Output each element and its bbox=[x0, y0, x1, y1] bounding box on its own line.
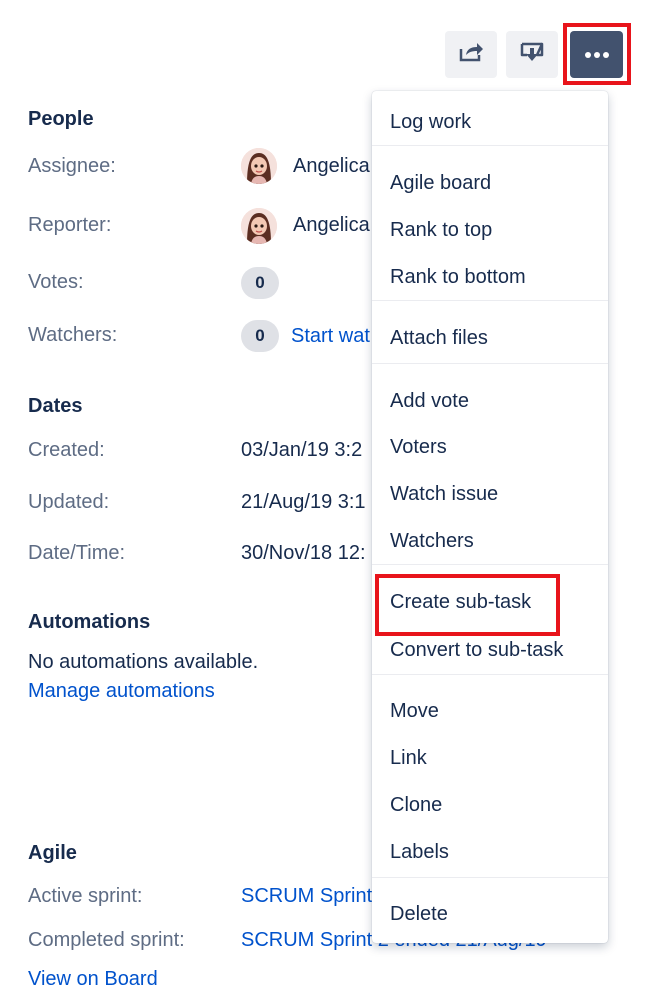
menu-item-voters[interactable]: Voters bbox=[390, 436, 447, 459]
more-button-highlight bbox=[563, 23, 631, 85]
menu-item-add-vote[interactable]: Add vote bbox=[390, 390, 469, 413]
menu-item-agile-board[interactable]: Agile board bbox=[390, 172, 491, 195]
votes-label: Votes: bbox=[28, 271, 84, 293]
menu-item-link[interactable]: Link bbox=[390, 747, 427, 770]
menu-divider bbox=[372, 877, 608, 878]
menu-item-clone[interactable]: Clone bbox=[390, 794, 442, 817]
view-on-board-link[interactable]: View on Board bbox=[28, 968, 158, 991]
completed-sprint-label: Completed sprint: bbox=[28, 929, 185, 951]
export-icon bbox=[519, 40, 545, 69]
reporter-name[interactable]: Angelica bbox=[293, 214, 370, 237]
votes-count-badge: 0 bbox=[241, 267, 279, 299]
manage-automations-link[interactable]: Manage automations bbox=[28, 680, 215, 703]
menu-divider bbox=[372, 674, 608, 675]
active-sprint-label: Active sprint: bbox=[28, 885, 143, 907]
create-sub-task-highlight bbox=[375, 574, 560, 636]
dates-section-title: Dates bbox=[28, 395, 83, 417]
menu-item-rank-to-bottom[interactable]: Rank to bottom bbox=[390, 266, 526, 289]
menu-item-delete[interactable]: Delete bbox=[390, 903, 448, 926]
menu-divider bbox=[372, 300, 608, 301]
share-button[interactable] bbox=[445, 31, 497, 78]
people-section-title: People bbox=[28, 108, 94, 130]
agile-section-title: Agile bbox=[28, 842, 77, 864]
datetime-value: 30/Nov/18 12: bbox=[241, 542, 366, 564]
automations-empty-text: No automations available. bbox=[28, 651, 259, 673]
updated-value: 21/Aug/19 3:1 bbox=[241, 491, 366, 513]
datetime-label: Date/Time: bbox=[28, 542, 126, 564]
reporter-avatar[interactable] bbox=[241, 208, 277, 244]
menu-item-move[interactable]: Move bbox=[390, 700, 439, 723]
menu-item-watch-issue[interactable]: Watch issue bbox=[390, 483, 498, 506]
menu-item-log-work[interactable]: Log work bbox=[390, 111, 471, 134]
export-button[interactable] bbox=[506, 31, 558, 78]
start-watching-link[interactable]: Start wat bbox=[291, 325, 370, 348]
reporter-label: Reporter: bbox=[28, 214, 112, 236]
assignee-label: Assignee: bbox=[28, 155, 116, 177]
watchers-label: Watchers: bbox=[28, 324, 118, 346]
menu-item-convert-to-sub-task[interactable]: Convert to sub-task bbox=[390, 639, 563, 662]
share-icon bbox=[458, 41, 484, 68]
menu-item-rank-to-top[interactable]: Rank to top bbox=[390, 219, 492, 242]
assignee-avatar[interactable] bbox=[241, 148, 277, 184]
menu-divider bbox=[372, 363, 608, 364]
active-sprint-link[interactable]: SCRUM Sprint bbox=[241, 885, 372, 908]
created-label: Created: bbox=[28, 439, 105, 461]
menu-divider bbox=[372, 145, 608, 146]
updated-label: Updated: bbox=[28, 491, 110, 513]
automations-section-title: Automations bbox=[28, 611, 151, 633]
created-value: 03/Jan/19 3:2 bbox=[241, 439, 363, 461]
menu-divider bbox=[372, 564, 608, 565]
menu-item-labels[interactable]: Labels bbox=[390, 841, 449, 864]
menu-item-watchers[interactable]: Watchers bbox=[390, 530, 474, 553]
menu-item-attach-files[interactable]: Attach files bbox=[390, 327, 488, 350]
assignee-name[interactable]: Angelica bbox=[293, 155, 370, 178]
watchers-count-badge: 0 bbox=[241, 320, 279, 352]
